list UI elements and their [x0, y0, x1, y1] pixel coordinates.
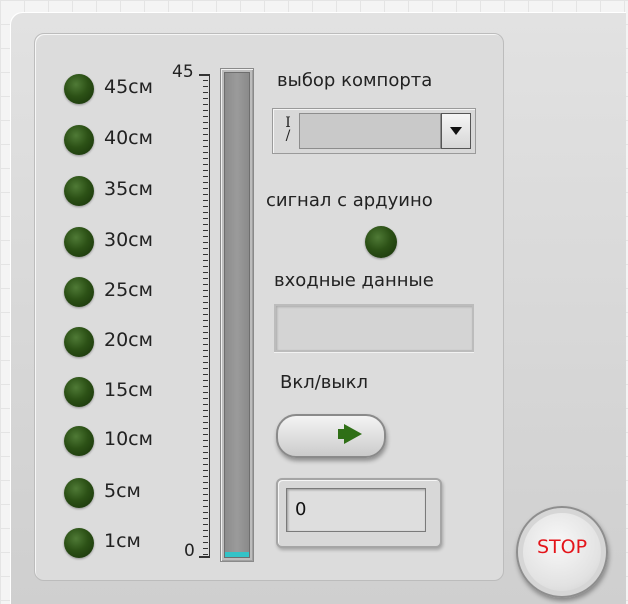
led-label: 35см	[104, 178, 153, 200]
comport-selector[interactable]: I /	[272, 108, 476, 154]
stop-button[interactable]: STOP	[516, 506, 608, 598]
led-indicator-icon	[64, 176, 94, 206]
led-indicator-icon	[64, 426, 94, 456]
scale-major-tick	[199, 556, 209, 558]
numeric-value: 0	[295, 499, 307, 520]
led-label: 20см	[104, 329, 153, 351]
scale-max-label: 45	[172, 62, 194, 82]
power-toggle-button[interactable]	[276, 414, 386, 458]
led-label: 25см	[104, 279, 153, 301]
level-tank-fill	[225, 552, 249, 557]
led-label: 40см	[104, 127, 153, 149]
led-indicator-icon	[64, 277, 94, 307]
led-indicator-icon	[64, 377, 94, 407]
level-tank-track	[224, 72, 250, 558]
led-label: 1см	[104, 530, 141, 552]
signal-label: сигнал с ардуино	[266, 190, 433, 211]
comport-field[interactable]	[299, 113, 441, 149]
scale-min-label: 0	[184, 541, 195, 561]
led-indicator-icon	[64, 74, 94, 104]
led-indicator-icon	[64, 478, 94, 508]
scale-major-tick	[199, 74, 209, 76]
input-data-label: входные данные	[274, 270, 434, 291]
led-label: 15см	[104, 379, 153, 401]
numeric-display: 0	[286, 488, 426, 532]
play-arrow-icon	[344, 424, 362, 444]
led-indicator-icon	[64, 227, 94, 257]
input-data-field	[274, 304, 474, 352]
led-label: 30см	[104, 229, 153, 251]
led-label: 10см	[104, 428, 153, 450]
numeric-indicator: 0	[276, 478, 442, 548]
signal-led-icon	[365, 226, 397, 258]
comport-label: выбор компорта	[277, 70, 433, 91]
chevron-down-icon[interactable]	[441, 113, 471, 149]
stop-button-label: STOP	[536, 536, 588, 558]
scale-axis	[209, 74, 210, 558]
power-label: Вкл/выкл	[280, 372, 368, 393]
led-label: 5см	[104, 480, 141, 502]
led-indicator-icon	[64, 528, 94, 558]
io-icon: I /	[285, 115, 291, 144]
scale-ticks	[203, 74, 208, 558]
led-label: 45см	[104, 76, 153, 98]
led-indicator-icon	[64, 327, 94, 357]
led-indicator-icon	[64, 125, 94, 155]
